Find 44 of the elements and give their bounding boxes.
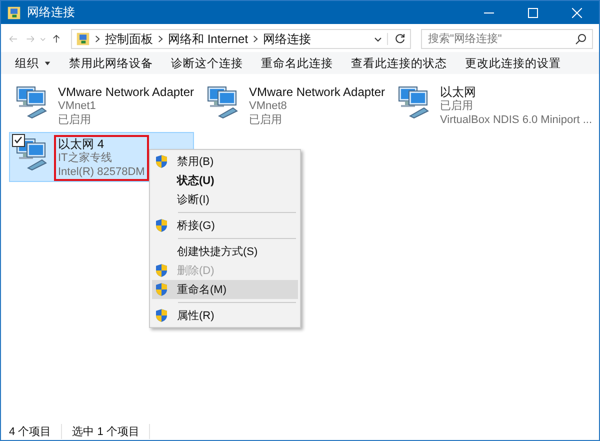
adapter-detail: IT之家专线 <box>58 151 113 165</box>
status-text: 选中 1 个项目 <box>72 424 150 439</box>
address-bar[interactable]: 控制面板 网络和 Internet 网络连接 <box>71 29 412 49</box>
adapter-item[interactable]: VMware Network Adapter VMnet8 已启用 <box>200 80 385 130</box>
refresh-icon[interactable] <box>387 33 406 45</box>
search-field[interactable]: 搜索"网络连接" <box>421 29 594 49</box>
adapter-item[interactable]: 以太网 已启用 VirtualBox NDIS 6.0 Miniport ... <box>391 80 591 130</box>
adapter-name: VMware Network Adapter <box>58 85 194 99</box>
control-panel-icon <box>76 32 90 46</box>
breadcrumb-item[interactable]: 网络和 Internet <box>168 30 248 48</box>
adapter-item[interactable]: VMware Network Adapter VMnet1 已启用 <box>9 80 194 130</box>
chevron-icon <box>253 35 258 43</box>
window-title: 网络连接 <box>27 4 75 21</box>
menu-item[interactable]: 重命名(M) <box>152 280 298 299</box>
breadcrumb-item[interactable]: 网络连接 <box>263 30 312 48</box>
adapter-name: VMware Network Adapter <box>249 85 386 99</box>
adapter-detail: VMnet8 <box>249 99 288 113</box>
toolbar-button[interactable]: 更改此连接的设置 <box>457 54 570 72</box>
toolbar-button[interactable]: 重命名此连接 <box>253 54 342 72</box>
chevron-icon <box>158 35 164 43</box>
adapter-detail: Intel(R) 82578DM <box>58 165 145 179</box>
chevron-icon <box>95 35 100 43</box>
adapter-detail: VMnet1 <box>58 99 97 113</box>
status-text: 4 个项目 <box>9 424 62 439</box>
organize-menu-button[interactable]: 组织 <box>7 54 60 72</box>
toolbar-button[interactable]: 禁用此网络设备 <box>61 54 162 72</box>
breadcrumb-item[interactable]: 控制面板 <box>105 30 154 48</box>
menu-item[interactable]: 诊断(I) <box>152 190 298 209</box>
checkbox[interactable] <box>12 134 25 147</box>
network-folder-icon <box>7 6 21 20</box>
dropdown-caret-icon[interactable] <box>374 35 382 43</box>
search-icon <box>575 33 588 45</box>
menu-item[interactable]: 桥接(G) <box>152 216 298 235</box>
toolbar-button[interactable]: 诊断这个连接 <box>163 54 252 72</box>
caret-icon <box>44 60 52 66</box>
adapter-detail: 已启用 <box>58 113 92 127</box>
menu-item[interactable]: 创建快捷方式(S) <box>152 242 298 261</box>
toolbar-button[interactable]: 查看此连接的状态 <box>343 54 456 72</box>
adapter-detail: 已启用 <box>440 99 474 113</box>
menu-item[interactable]: 属性(R) <box>152 306 298 325</box>
adapter-detail: 已启用 <box>249 113 283 127</box>
adapter-name: 以太网 <box>440 85 477 99</box>
adapter-detail: VirtualBox NDIS 6.0 Miniport ... <box>440 113 592 127</box>
adapter-name: 以太网 4 <box>58 137 106 151</box>
